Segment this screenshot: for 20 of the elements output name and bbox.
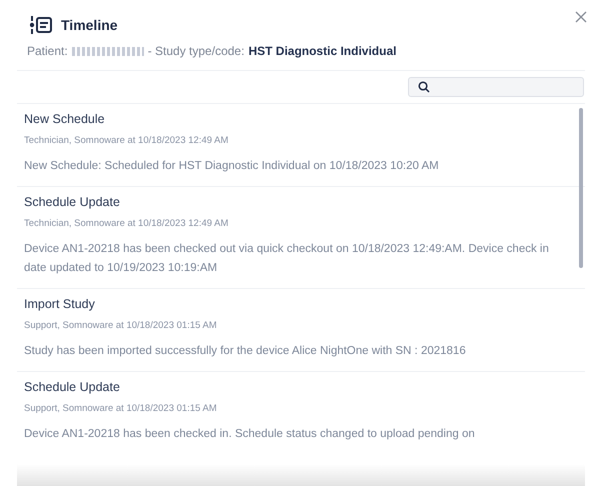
entry-meta: Technician, Somnoware at 10/18/2023 12:49 AM xyxy=(24,217,230,231)
dialog-title: Timeline xyxy=(61,16,118,34)
timeline-icon xyxy=(30,15,52,35)
search-field[interactable] xyxy=(408,77,584,97)
search-icon xyxy=(418,81,430,93)
entry-body: New Schedule: Scheduled for HST Diagnostic Individual on 10/18/2023 10:20 AM xyxy=(24,159,440,174)
patient-label: Patient: xyxy=(27,43,68,60)
study-type-label: - Study type/code: xyxy=(148,43,244,60)
entry-body: Device AN1-20218 has been checked in. Schedule status changed to upload pending on xyxy=(24,427,476,442)
entry-meta: Technician, Somnoware at 10/18/2023 12:49 AM xyxy=(24,134,230,148)
entry-title: New Schedule xyxy=(24,111,106,128)
entry-title: Schedule Update xyxy=(24,379,121,396)
entry-meta: Support, Somnoware at 10/18/2023 01:15 AM xyxy=(24,319,218,333)
entry-title: Import Study xyxy=(24,296,96,313)
entry-meta: Support, Somnoware at 10/18/2023 01:15 AM xyxy=(24,402,218,416)
study-type: HST Diagnostic Individual xyxy=(248,43,396,60)
scrollbar-thumb[interactable] xyxy=(579,108,583,268)
entry-body: Device AN1-20218 has been checked out via quick checkout on 10/18/2023 12:49:AM. Device check in date updated to 10/19/2023 10:19:AM xyxy=(24,242,550,276)
entry-title: Schedule Update xyxy=(24,194,121,211)
entry-body: Study has been imported successfully for the device Alice NightOne with SN : 2021816 xyxy=(24,344,467,359)
